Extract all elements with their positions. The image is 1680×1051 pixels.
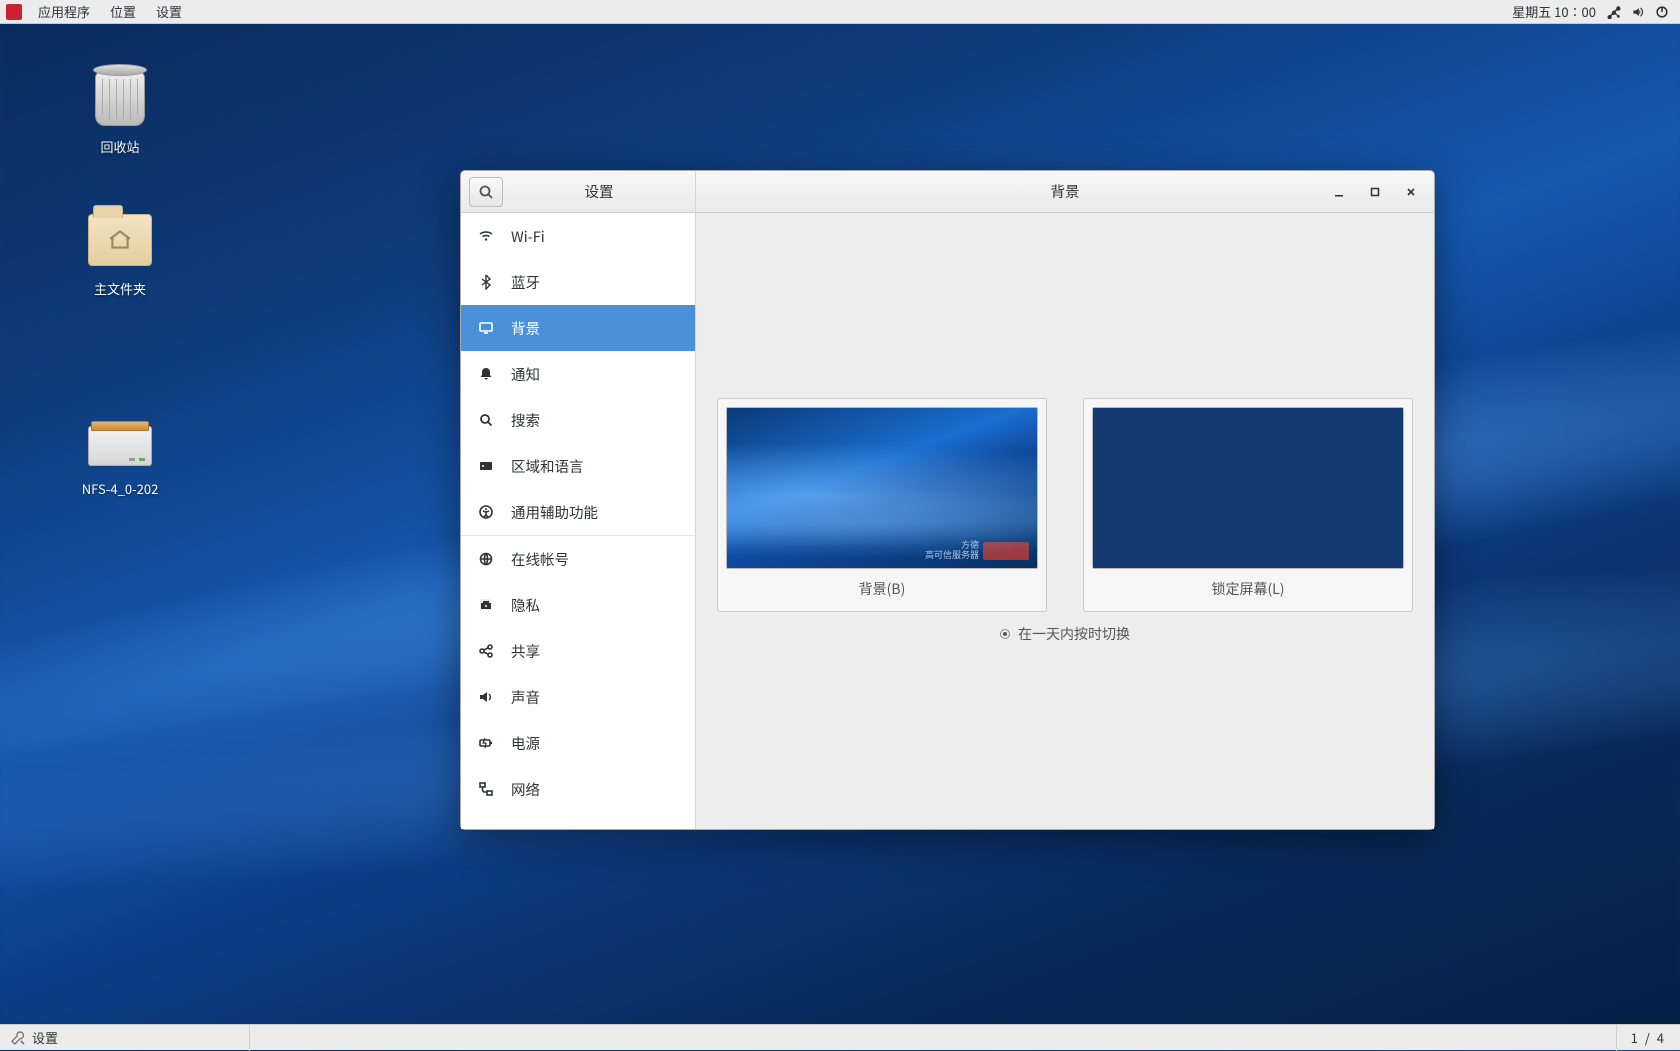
search-button[interactable]	[469, 177, 503, 207]
menu-settings[interactable]: 设置	[146, 0, 192, 24]
sound-icon	[477, 689, 495, 705]
titlebar[interactable]: 设置 背景	[461, 171, 1434, 213]
taskbar-item-label: 设置	[32, 1028, 58, 1047]
sidebar-item-label: 在线帐号	[511, 549, 569, 570]
desktop-icon-home[interactable]: 主文件夹	[65, 208, 175, 299]
sidebar-item-label: 搜索	[511, 410, 540, 431]
settings-content: 方德高可信服务器 背景(B) 锁定屏幕(L) 在一天内按时切换	[696, 213, 1434, 829]
sidebar-item-a11y[interactable]: 通用辅助功能	[461, 489, 695, 535]
menu-places[interactable]: 位置	[100, 0, 146, 24]
network-icon	[477, 781, 495, 797]
bluetooth-icon	[477, 274, 495, 290]
accessibility-icon	[477, 504, 495, 520]
online-accounts-icon	[477, 551, 495, 567]
settings-window: 设置 背景 Wi-Fi 蓝牙 背景	[460, 170, 1435, 830]
hint-text: 在一天内按时切换	[1018, 624, 1130, 644]
sidebar-item-label: 网络	[511, 779, 540, 800]
sidebar-item-online-accounts[interactable]: 在线帐号	[461, 536, 695, 582]
top-panel: 应用程序 位置 设置 星期五 10∶00	[0, 0, 1680, 24]
sidebar-title: 设置	[503, 181, 695, 202]
sidebar-item-label: 通知	[511, 364, 540, 385]
power-icon	[477, 735, 495, 751]
sidebar-item-region[interactable]: 区域和语言	[461, 443, 695, 489]
workspace-indicator[interactable]: 1 / 4	[1616, 1025, 1680, 1051]
sidebar-item-bluetooth[interactable]: 蓝牙	[461, 259, 695, 305]
privacy-icon	[477, 597, 495, 613]
sidebar-item-power[interactable]: 电源	[461, 720, 695, 766]
distro-logo-icon	[6, 4, 22, 20]
sidebar-item-search[interactable]: 搜索	[461, 397, 695, 443]
background-preview-card[interactable]: 方德高可信服务器 背景(B)	[717, 398, 1047, 612]
background-thumbnail: 方德高可信服务器	[726, 407, 1038, 569]
bell-icon	[477, 366, 495, 382]
taskbar-item-settings[interactable]: 设置	[0, 1025, 250, 1051]
minimize-button[interactable]	[1322, 177, 1356, 207]
timed-switch-hint: 在一天内按时切换	[1000, 624, 1130, 644]
sidebar-item-label: 通用辅助功能	[511, 502, 598, 523]
display-icon	[477, 320, 495, 336]
maximize-button[interactable]	[1358, 177, 1392, 207]
settings-sidebar: Wi-Fi 蓝牙 背景 通知 搜索 区域和语言	[461, 213, 696, 829]
indicator-dot-icon	[1000, 629, 1010, 639]
background-caption: 背景(B)	[726, 569, 1038, 611]
drive-icon	[88, 426, 152, 466]
region-icon	[477, 458, 495, 474]
trash-icon	[95, 70, 145, 126]
desktop-icon-label: 主文件夹	[90, 278, 150, 299]
sidebar-item-wifi[interactable]: Wi-Fi	[461, 213, 695, 259]
sidebar-item-label: 背景	[511, 318, 540, 339]
sidebar-item-background[interactable]: 背景	[461, 305, 695, 351]
volume-icon[interactable]	[1629, 0, 1647, 24]
sidebar-item-label: 共享	[511, 641, 540, 662]
bottom-taskbar: 设置 1 / 4	[0, 1024, 1680, 1050]
desktop-icon-label: NFS-4_0-202	[78, 478, 163, 499]
folder-icon	[88, 214, 152, 266]
close-button[interactable]	[1394, 177, 1428, 207]
power-icon[interactable]	[1653, 0, 1671, 24]
wifi-icon	[477, 228, 495, 244]
search-icon	[477, 412, 495, 428]
desktop-icon-trash[interactable]: 回收站	[65, 66, 175, 157]
sidebar-item-label: 区域和语言	[511, 456, 584, 477]
lockscreen-caption: 锁定屏幕(L)	[1092, 569, 1404, 611]
desktop-icon-label: 回收站	[96, 136, 143, 157]
sidebar-item-label: 蓝牙	[511, 272, 540, 293]
menu-applications[interactable]: 应用程序	[28, 0, 100, 24]
sidebar-item-notifications[interactable]: 通知	[461, 351, 695, 397]
sidebar-item-label: 声音	[511, 687, 540, 708]
desktop-icon-drive[interactable]: NFS-4_0-202	[65, 420, 175, 499]
sidebar-item-sound[interactable]: 声音	[461, 674, 695, 720]
network-icon[interactable]	[1605, 0, 1623, 24]
sidebar-item-privacy[interactable]: 隐私	[461, 582, 695, 628]
sidebar-item-network[interactable]: 网络	[461, 766, 695, 812]
sidebar-item-label: 隐私	[511, 595, 540, 616]
lockscreen-preview-card[interactable]: 锁定屏幕(L)	[1083, 398, 1413, 612]
sidebar-item-label: 电源	[511, 733, 540, 754]
sidebar-item-sharing[interactable]: 共享	[461, 628, 695, 674]
share-icon	[477, 643, 495, 659]
tools-icon	[10, 1030, 26, 1046]
sidebar-item-label: Wi-Fi	[511, 226, 545, 247]
search-icon	[478, 184, 494, 200]
lockscreen-thumbnail	[1092, 407, 1404, 569]
clock[interactable]: 星期五 10∶00	[1506, 0, 1602, 24]
